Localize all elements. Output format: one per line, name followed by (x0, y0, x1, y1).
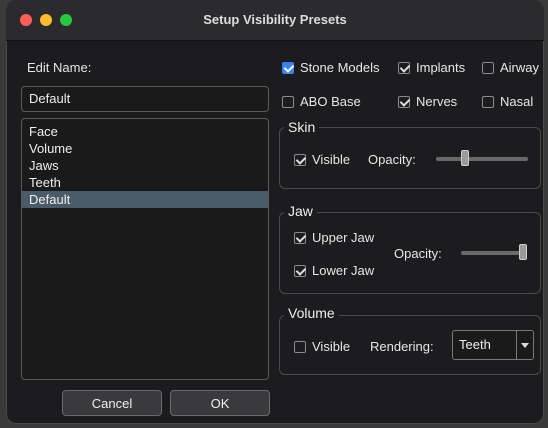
abo-base-label: ABO Base (300, 94, 361, 109)
implants-check-icon (398, 61, 410, 74)
skin-opacity-thumb[interactable] (461, 150, 470, 166)
preset-list-item[interactable]: Teeth (22, 174, 268, 191)
airway-checkbox[interactable]: Airway (482, 60, 539, 75)
preset-list-item[interactable]: Default (22, 191, 268, 208)
lower-jaw-checkbox[interactable]: Lower Jaw (294, 263, 374, 278)
lower-jaw-label: Lower Jaw (312, 263, 375, 278)
jaw-group-title: Jaw (284, 203, 317, 219)
skin-opacity-label: Opacity: (368, 152, 416, 167)
edit-name-label: Edit Name: (27, 60, 92, 75)
chevron-down-icon (516, 331, 533, 359)
nerves-check-icon (398, 95, 410, 108)
upper-jaw-check-icon (294, 231, 306, 244)
volume-visible-label: Visible (312, 339, 351, 354)
title-bar: Setup Visibility Presets (6, 0, 544, 41)
jaw-opacity-thumb[interactable] (519, 244, 527, 260)
rendering-selected-value: Teeth (459, 337, 491, 352)
nasal-label: Nasal (500, 94, 534, 109)
airway-check-icon (482, 61, 494, 74)
rendering-label: Rendering: (370, 339, 434, 354)
lower-jaw-check-icon (294, 264, 306, 277)
ok-button[interactable]: OK (170, 390, 270, 416)
skin-visible-label: Visible (312, 152, 351, 167)
volume-visible-checkbox[interactable]: Visible (294, 339, 350, 354)
abo-base-checkbox[interactable]: ABO Base (282, 94, 361, 109)
skin-visible-check-icon (294, 153, 306, 166)
window-title: Setup Visibility Presets (203, 12, 347, 27)
skin-group-title: Skin (284, 119, 320, 135)
implants-checkbox[interactable]: Implants (398, 60, 465, 75)
preset-dialog: Setup Visibility Presets Edit Name: Defa… (6, 0, 544, 424)
jaw-opacity-track[interactable] (461, 251, 527, 255)
upper-jaw-label: Upper Jaw (312, 230, 375, 245)
nasal-check-icon (482, 95, 494, 108)
volume-group-title: Volume (284, 305, 339, 321)
preset-list-item[interactable]: Face (22, 123, 268, 140)
airway-label: Airway (500, 60, 540, 75)
preset-list-item[interactable]: Volume (22, 140, 268, 157)
stone-models-checkbox[interactable]: Stone Models (282, 60, 380, 75)
skin-visible-checkbox[interactable]: Visible (294, 152, 350, 167)
stone-models-check-icon (282, 61, 294, 74)
preset-name-input[interactable]: Default (21, 86, 269, 112)
implants-label: Implants (416, 60, 466, 75)
cancel-button[interactable]: Cancel (62, 390, 162, 416)
abo-base-check-icon (282, 95, 294, 108)
skin-opacity-track[interactable] (436, 157, 528, 161)
volume-visible-check-icon (294, 340, 306, 353)
preset-list-item[interactable]: Jaws (22, 157, 268, 174)
upper-jaw-checkbox[interactable]: Upper Jaw (294, 230, 374, 245)
rendering-select[interactable]: Teeth (452, 330, 534, 360)
nasal-checkbox[interactable]: Nasal (482, 94, 533, 109)
preset-list[interactable]: Face Volume Jaws Teeth Default (21, 118, 269, 380)
nerves-label: Nerves (416, 94, 458, 109)
stone-models-label: Stone Models (300, 60, 380, 75)
nerves-checkbox[interactable]: Nerves (398, 94, 457, 109)
jaw-opacity-label: Opacity: (394, 246, 442, 261)
